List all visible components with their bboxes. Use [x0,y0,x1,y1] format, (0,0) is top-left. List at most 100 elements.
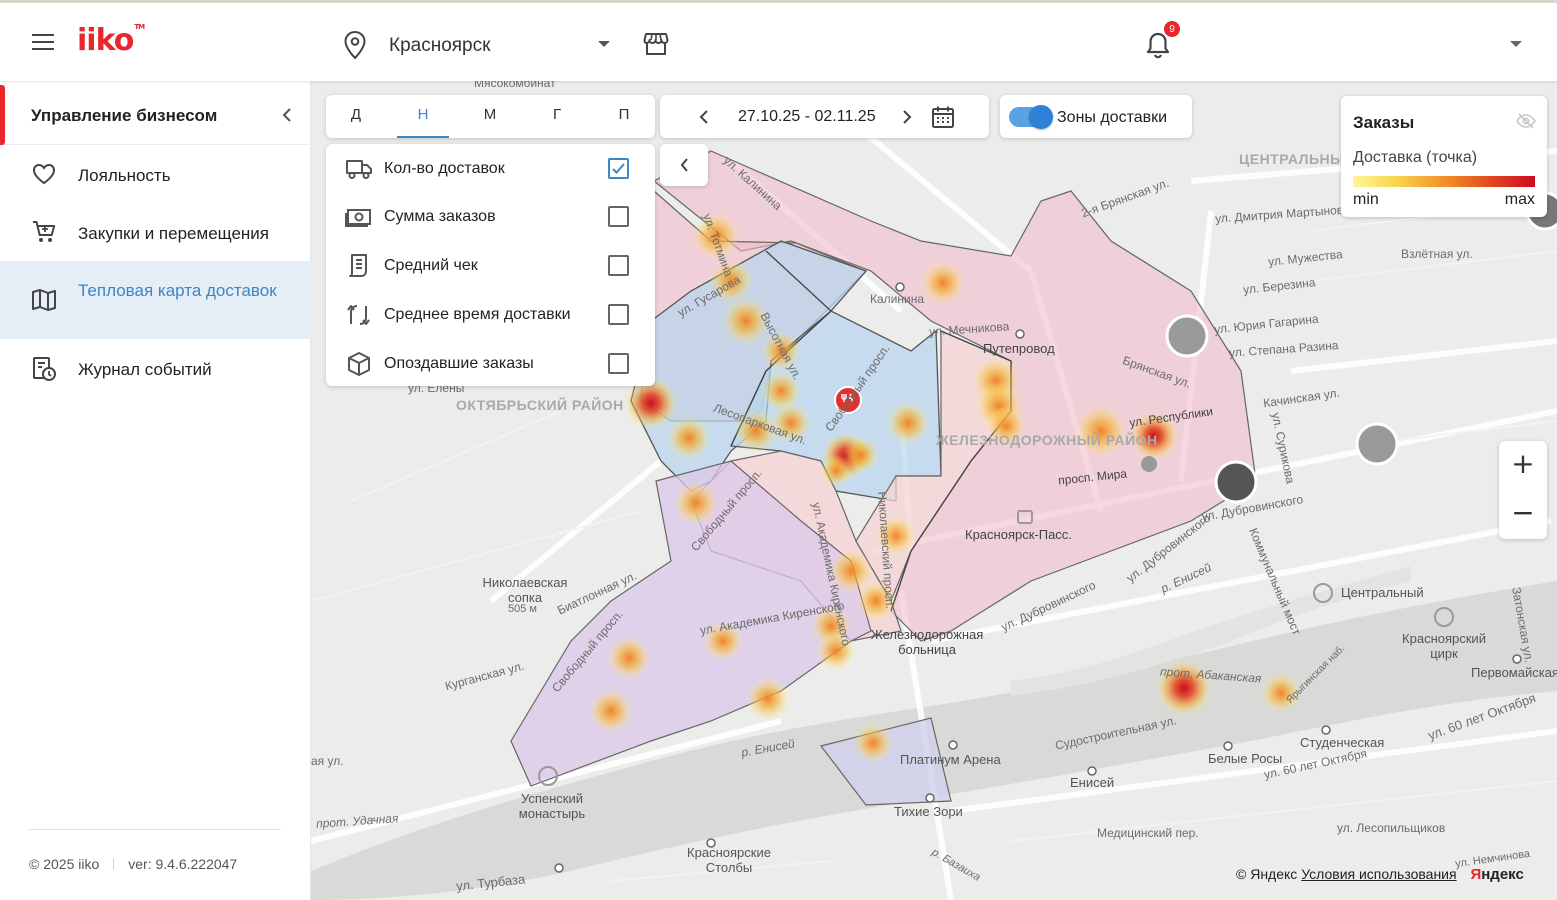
receipt-icon [349,254,367,277]
store-icon[interactable] [643,31,669,57]
metrics-panel: Кол-во доставок Сумма заказов Средний че… [326,144,655,386]
map-label: Центральный [1341,585,1424,600]
map-label: ул. Лесопильщиков [1337,821,1446,835]
copyright-text: © 2025 iiko [29,856,100,872]
map-label: Красноярский цирк [1402,631,1486,661]
chevron-down-icon [598,41,610,47]
map-label: Белые Росы [1208,751,1283,766]
checkbox[interactable] [608,304,629,325]
calendar-icon[interactable] [931,105,955,129]
sidebar-item-purchases[interactable]: Закупки и перемещения [0,205,311,259]
tab-day[interactable]: Д [326,95,386,138]
tab-period[interactable]: П [594,95,654,138]
money-icon [345,209,371,227]
heatmap-legend: Заказы Доставка (точка) min max [1341,96,1547,217]
map-copyright: © Яндекс Условия использования Яндекс [1236,866,1524,883]
date-range-picker: 27.10.25 - 02.11.25 [660,95,989,138]
map-label: 505 м [508,603,537,615]
yandex-logo: Яндекс [1470,866,1524,883]
city-name: Красноярск [389,35,491,56]
user-menu-chevron-icon[interactable] [1510,41,1522,47]
terms-link[interactable]: Условия использования [1301,866,1456,882]
metric-order-sum[interactable]: Сумма заказов [326,192,655,241]
district-label: ЖЕЛЕЗНОДОРОЖНЫЙ РАЙОН [936,432,1158,448]
map-label: Тихие Зори [894,804,963,819]
map-label: Первомайская [1471,665,1557,680]
zoom-out-button[interactable]: − [1499,490,1547,539]
sidebar-header: Управление бизнесом [0,85,311,145]
map-label: Путепровод [983,341,1055,356]
map-label: Енисей [1070,775,1115,790]
chevron-left-icon[interactable] [696,108,712,126]
zoom-controls: + − [1499,441,1547,539]
metric-avg-delivery-time[interactable]: Среднее время доставки [326,290,655,339]
map-label: Красноярские Столбы [687,845,771,875]
legend-title: Заказы [1353,113,1415,132]
map-label: ая ул. [311,754,344,768]
sidebar-item-label: Лояльность [78,166,171,185]
sidebar-item-label: Журнал событий [78,360,212,379]
event-log-icon [33,357,56,381]
sidebar-item-heatmap[interactable]: Тепловая карта доставок [0,261,311,339]
map-icon [32,289,56,311]
yandex-copyright: © Яндекс [1236,866,1298,882]
city-select[interactable]: Красноярск [342,27,614,63]
sidebar-divider [29,829,281,830]
collapse-panel-button[interactable] [660,144,708,186]
truck-icon [346,160,372,179]
checkbox[interactable] [608,206,629,227]
metric-label: Опоздавшие заказы [384,355,534,372]
map-label: Студенческая [1300,735,1385,750]
metric-late-orders[interactable]: Опоздавшие заказы [326,339,655,388]
notification-badge: 9 [1163,20,1181,38]
version-text: ver: 9.4.6.222047 [128,856,238,872]
sidebar-item-label: Тепловая карта доставок [78,281,277,300]
zoom-in-button[interactable]: + [1499,441,1547,490]
sidebar-item-label: Закупки и перемещения [78,224,269,243]
location-pin-icon [344,31,366,59]
map-label: Красноярск-Пасс. [965,527,1072,542]
legend-max: max [1504,191,1535,208]
top-bar: iikoTM Красноярск 9 [0,0,1557,81]
checkbox[interactable] [608,255,629,276]
sidebar-accent-bar [0,85,5,145]
period-tabs: Д Н М Г П [326,95,655,138]
delivery-time-icon [347,305,370,325]
legend-min: min [1353,191,1379,208]
metric-label: Средний чек [384,257,478,274]
toggle-label: Зоны доставки [1057,109,1168,126]
chevron-left-icon[interactable] [280,107,294,123]
box-icon [348,352,370,376]
date-range-text: 27.10.25 - 02.11.25 [738,108,876,125]
map-label: Успенский монастырь [518,791,586,821]
map-label: Николаевская сопка [482,575,568,605]
map-label: Мясокомбинат [474,81,556,90]
legend-subtitle: Доставка (точка) [1353,149,1478,166]
sidebar-title: Управление бизнесом [31,106,218,125]
map-label: Железнодорожная больница [870,627,984,657]
district-label: ОКТЯБРЬСКИЙ РАЙОН [456,397,624,413]
tab-week[interactable]: Н [393,95,453,138]
sidebar-item-loyalty[interactable]: Лояльность [0,147,311,201]
heart-icon [32,163,56,185]
map-label: Платинум Арена [900,752,1001,767]
toggle-switch[interactable] [1009,105,1053,129]
legend-gradient [1353,176,1535,187]
map-label: Калинина [870,292,924,306]
map-label: Медицинский пер. [1097,826,1199,840]
sidebar-item-event-log[interactable]: Журнал событий [0,341,311,397]
tab-month[interactable]: М [460,95,520,138]
sidebar: Управление бизнесом Лояльность Закупки и… [0,81,311,900]
chevron-right-icon[interactable] [899,108,915,126]
metric-label: Среднее время доставки [384,306,571,323]
metric-label: Кол-во доставок [384,160,505,177]
checkbox[interactable] [608,353,629,374]
map-label: Взлётная ул. [1401,247,1473,261]
metric-avg-check[interactable]: Средний чек [326,241,655,290]
checkbox-checked[interactable] [608,158,629,179]
metric-delivery-count[interactable]: Кол-во доставок [326,144,655,193]
eye-off-icon[interactable] [1516,113,1536,129]
delivery-zones-toggle[interactable]: Зоны доставки [1000,95,1192,138]
menu-icon[interactable] [32,34,56,52]
tab-year[interactable]: Г [527,95,587,138]
